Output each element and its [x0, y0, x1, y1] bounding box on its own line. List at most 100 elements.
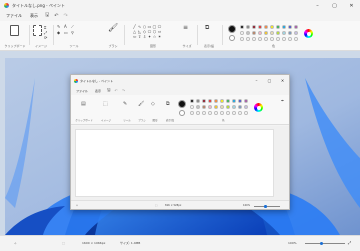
brush-icon[interactable]: 🖌 — [138, 101, 144, 107]
color-picker-icon[interactable]: ⟋ — [71, 25, 74, 29]
secondary-color-swatch[interactable] — [179, 110, 185, 116]
color-swatch[interactable] — [189, 104, 195, 110]
save-icon[interactable]: 🖫 — [45, 12, 49, 20]
color-swatch[interactable] — [245, 30, 251, 36]
size-icon[interactable]: ≡ — [183, 25, 188, 31]
color-swatch[interactable] — [225, 98, 231, 104]
redo-icon[interactable]: ↷ — [63, 13, 67, 19]
zoom-slider[interactable] — [305, 243, 345, 244]
pencil-icon[interactable]: ✎ — [57, 25, 60, 29]
paste-icon[interactable] — [10, 25, 19, 36]
color-swatch[interactable] — [201, 104, 207, 110]
undo-icon[interactable]: ↶ — [114, 88, 117, 93]
eraser-icon[interactable]: ▭ — [64, 31, 68, 35]
zoom-slider-thumb[interactable] — [264, 205, 267, 208]
zoom-level[interactable]: 100% — [288, 241, 297, 245]
color-swatch[interactable] — [281, 30, 287, 36]
undo-icon[interactable]: ↶ — [54, 13, 58, 19]
color-swatch[interactable] — [287, 30, 293, 36]
color-swatch[interactable] — [243, 98, 249, 104]
color-swatch[interactable] — [251, 36, 257, 42]
color-swatch[interactable] — [231, 98, 237, 104]
color-swatch[interactable] — [275, 24, 281, 30]
color-swatch[interactable] — [257, 36, 263, 42]
color-swatch[interactable] — [243, 110, 249, 116]
color-swatch[interactable] — [213, 98, 219, 104]
select-icon[interactable]: ⬚ — [103, 101, 108, 107]
save-icon[interactable]: 🖫 — [107, 87, 110, 94]
color-swatch[interactable] — [231, 110, 237, 116]
color-swatch[interactable] — [225, 104, 231, 110]
menu-file[interactable]: ファイル — [74, 88, 90, 94]
color-swatch[interactable] — [195, 104, 201, 110]
zoom-slider[interactable] — [254, 206, 280, 207]
color-swatch[interactable] — [269, 30, 275, 36]
color-swatch[interactable] — [251, 30, 257, 36]
color-swatch[interactable] — [195, 98, 201, 104]
layers-icon[interactable]: ⧉ — [205, 25, 209, 31]
color-swatch[interactable] — [287, 36, 293, 42]
fit-to-window-icon[interactable]: ⤢ — [348, 240, 351, 245]
color-swatch[interactable] — [225, 110, 231, 116]
color-swatch[interactable] — [257, 30, 263, 36]
primary-color-swatch[interactable] — [178, 100, 186, 108]
color-swatch[interactable] — [207, 98, 213, 104]
color-swatch[interactable] — [239, 36, 245, 42]
close-icon[interactable]: ✕ — [343, 0, 360, 11]
menu-view[interactable]: 表示 — [28, 12, 40, 20]
color-swatch[interactable] — [189, 98, 195, 104]
color-swatch[interactable] — [251, 24, 257, 30]
zoom-level[interactable]: 100% — [243, 204, 250, 207]
shapes-icon[interactable]: ◇ — [151, 101, 155, 107]
edit-colors-icon[interactable] — [254, 103, 263, 112]
color-swatch[interactable] — [293, 24, 299, 30]
magnifier-icon[interactable]: ⚲ — [71, 31, 74, 35]
color-swatch[interactable] — [237, 110, 243, 116]
text-icon[interactable]: A — [64, 25, 67, 29]
redo-icon[interactable]: ↷ — [122, 88, 125, 93]
shapes-gallery[interactable]: ╱ ∿ ○ ▭ ▢ ⬠ △ ◺ ◇ ⬠ ⬡ ⇨ ⇦ ⇧ ⇩ ✦ ☆ ✶ — [132, 24, 162, 39]
color-swatch[interactable] — [287, 24, 293, 30]
maximize-icon[interactable]: ▢ — [263, 75, 276, 86]
color-swatch[interactable] — [293, 36, 299, 42]
color-swatch[interactable] — [275, 36, 281, 42]
color-swatch[interactable] — [213, 110, 219, 116]
minimize-icon[interactable]: – — [250, 75, 263, 86]
color-swatch[interactable] — [245, 36, 251, 42]
color-swatch[interactable] — [269, 24, 275, 30]
color-swatch[interactable] — [237, 98, 243, 104]
paste-icon[interactable]: ▤ — [81, 101, 86, 107]
color-swatch[interactable] — [231, 104, 237, 110]
maximize-icon[interactable]: ▢ — [326, 0, 343, 11]
color-swatch[interactable] — [219, 110, 225, 116]
minimize-icon[interactable]: – — [309, 0, 326, 11]
brush-icon[interactable]: 🖌 — [108, 24, 118, 32]
color-swatch[interactable] — [269, 36, 275, 42]
inner-paint-window[interactable]: タイトルなし - ペイント – ▢ ✕ ファイル 表示 🖫 ↶ ↷ ▤ クリップ… — [70, 74, 290, 210]
edit-colors-icon[interactable] — [304, 29, 313, 38]
color-swatch[interactable] — [243, 104, 249, 110]
color-swatch[interactable] — [201, 110, 207, 116]
color-swatch[interactable] — [263, 36, 269, 42]
close-icon[interactable]: ✕ — [276, 75, 289, 86]
color-swatch[interactable] — [263, 30, 269, 36]
menu-file[interactable]: ファイル — [4, 12, 24, 20]
pen-icon[interactable]: ✒ — [281, 98, 284, 103]
color-swatch[interactable] — [189, 110, 195, 116]
color-swatch[interactable] — [201, 98, 207, 104]
layers-icon[interactable]: ⧉ — [166, 101, 170, 107]
color-swatch[interactable] — [239, 24, 245, 30]
color-swatch[interactable] — [213, 104, 219, 110]
color-swatch[interactable] — [263, 24, 269, 30]
color-swatch[interactable] — [207, 104, 213, 110]
color-swatch[interactable] — [195, 110, 201, 116]
zoom-slider-thumb[interactable] — [320, 242, 323, 245]
color-swatch[interactable] — [245, 24, 251, 30]
secondary-color-swatch[interactable] — [229, 35, 235, 41]
menu-view[interactable]: 表示 — [93, 88, 103, 94]
color-swatch[interactable] — [219, 104, 225, 110]
select-icon[interactable] — [33, 25, 42, 36]
color-swatch[interactable] — [207, 110, 213, 116]
color-swatch[interactable] — [281, 36, 287, 42]
color-swatch[interactable] — [239, 30, 245, 36]
